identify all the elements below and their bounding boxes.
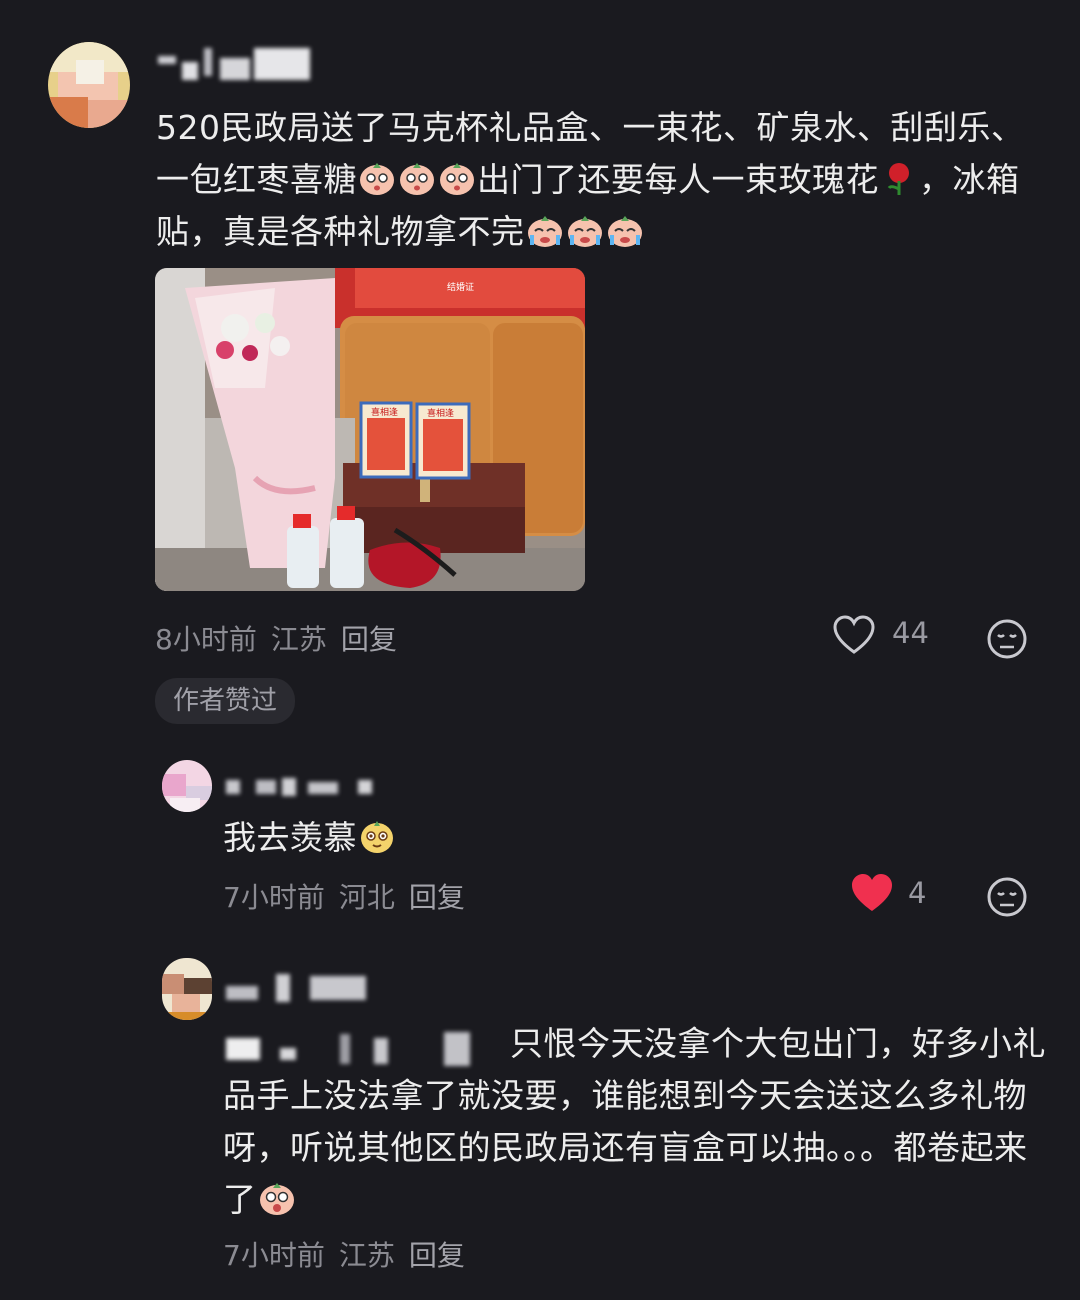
comment-location: 江苏 [270,623,327,656]
dislike-button[interactable] [986,618,1028,664]
like-count: 4 [908,876,927,910]
comment-photo[interactable]: 结婚证 喜相逢 喜相逢 [155,268,585,591]
photo-label: 喜相逢 [427,407,454,419]
comment-meta: 7小时前 河北 回复 [223,876,479,916]
comment-location: 河北 [338,881,395,914]
reply-button[interactable]: 回复 [409,881,465,914]
mango-emoji-icon [357,818,397,857]
like-button[interactable]: 44 [832,614,932,660]
avatar[interactable] [48,42,130,128]
cry-emoji-icon [357,160,477,199]
reply-button[interactable]: 回复 [341,623,397,656]
username-redacted[interactable] [226,968,376,1004]
comment-location: 江苏 [338,1239,395,1272]
comment-text: 只恨今天没拿个大包出门，好多小礼品手上没法拿了就没要，谁能想到今天会送这么多礼物… [223,1024,1046,1219]
comment-time: 7小时前 [223,881,325,914]
neutral-face-icon [987,877,1027,917]
comment-time: 7小时前 [223,1239,325,1272]
comment-text: 我去羡慕 [223,812,397,864]
like-button[interactable]: 4 [850,872,940,918]
comment-meta: 8小时前 江苏 回复 [155,618,411,658]
rose-emoji-icon [879,160,919,199]
sob-emoji-icon [525,212,645,251]
neutral-face-icon [987,619,1027,659]
username-redacted[interactable] [158,48,310,80]
avatar[interactable] [162,760,212,812]
comment-time: 8小时前 [155,623,257,656]
photo-label: 结婚证 [447,281,474,293]
photo-label: 喜相逢 [371,406,398,418]
comment-meta: 7小时前 江苏 回复 [223,1234,479,1274]
shocked-emoji-icon [257,1180,297,1219]
author-liked-badge: 作者赞过 [155,678,296,724]
dislike-button[interactable] [986,876,1028,922]
comment-text: 520民政局送了马克杯礼品盒、一束花、矿泉水、刮刮乐、一包红枣喜糖 出门了还要每人… [156,108,1025,251]
like-count: 44 [892,616,929,650]
heart-outline-icon [833,615,875,654]
avatar[interactable] [162,958,212,1020]
username-redacted[interactable] [226,776,376,798]
reply-button[interactable]: 回复 [409,1239,465,1272]
heart-filled-icon [852,874,892,911]
